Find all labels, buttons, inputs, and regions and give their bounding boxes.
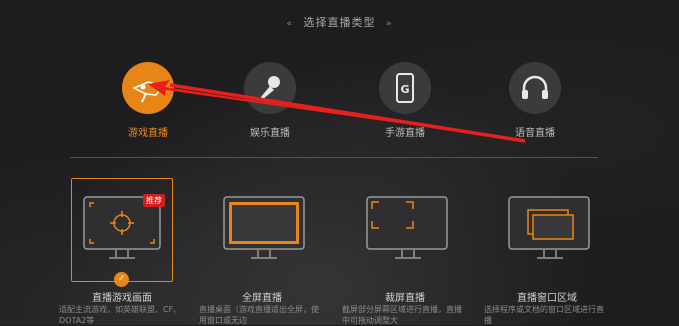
annotation-arrow	[148, 80, 526, 143]
